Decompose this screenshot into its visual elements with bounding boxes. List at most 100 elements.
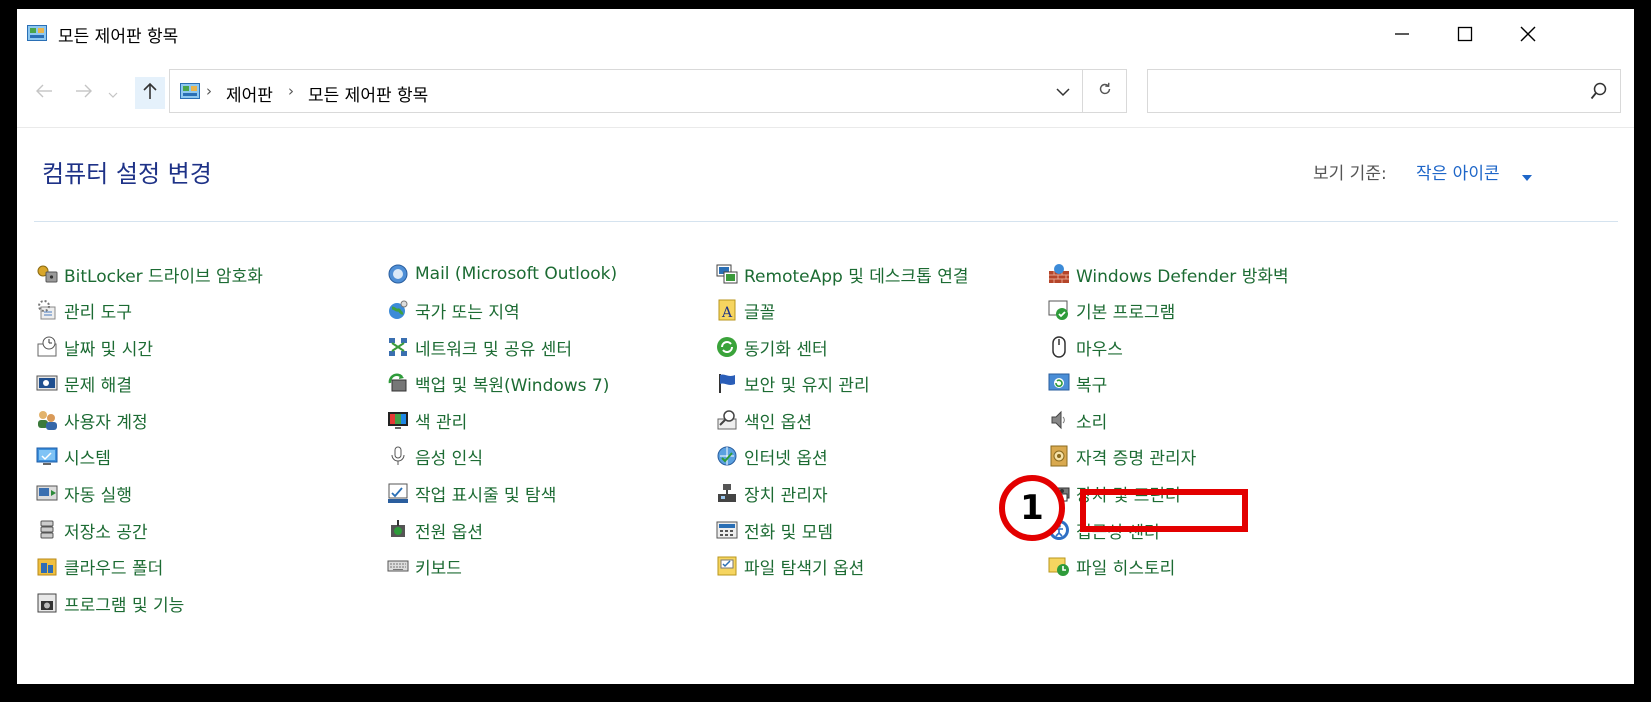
item-label: 저장소 공간 [64, 522, 148, 543]
item-speech-recognition[interactable]: 음성 인식 [387, 442, 483, 470]
storage-spaces-icon [36, 519, 58, 541]
item-autoplay[interactable]: 자동 실행 [36, 479, 132, 507]
item-phone-modem[interactable]: 전화 및 모뎀 [716, 516, 833, 544]
item-taskbar-navigation[interactable]: 작업 표시줄 및 탐색 [387, 479, 556, 507]
back-arrow-icon [35, 79, 53, 104]
minimize-button[interactable] [1372, 17, 1432, 51]
item-label: 기본 프로그램 [1076, 302, 1176, 323]
fonts-icon: A [716, 299, 738, 321]
network-icon [387, 336, 409, 358]
work-folders-icon [36, 555, 58, 577]
item-label: 자동 실행 [64, 485, 132, 506]
item-bitlocker[interactable]: BitLocker 드라이브 암호화 [36, 260, 263, 288]
toolbar-divider [17, 127, 1634, 128]
item-label: RemoteApp 및 데스크톱 연결 [744, 266, 969, 287]
item-work-folders[interactable]: 클라우드 폴더 [36, 552, 163, 580]
callout-number: 1 [999, 475, 1065, 541]
item-programs-features[interactable]: 프로그램 및 기능 [36, 589, 184, 617]
back-button[interactable] [31, 78, 57, 104]
bitlocker-icon [36, 263, 58, 285]
item-label: 관리 도구 [64, 302, 132, 323]
breadcrumb-chevron-icon: › [288, 82, 294, 100]
address-dropdown-icon[interactable] [1056, 82, 1070, 101]
view-by-dropdown[interactable]: 작은 아이콘 [1416, 159, 1500, 184]
item-storage-spaces[interactable]: 저장소 공간 [36, 516, 148, 544]
control-panel-window: 모든 제어판 항목 › 제어판 › 모든 제어판 항목 컴퓨터 설정 변경 보기… [17, 9, 1634, 684]
item-label: 프로그램 및 기능 [64, 595, 185, 616]
search-icon[interactable] [1590, 82, 1608, 104]
item-label: 색 관리 [415, 412, 468, 433]
item-backup-restore[interactable]: 백업 및 복원(Windows 7) [387, 369, 609, 397]
item-file-history[interactable]: 파일 히스토리 [1048, 552, 1175, 580]
page-title: 컴퓨터 설정 변경 [42, 160, 212, 188]
indexing-icon [716, 409, 738, 431]
item-date-time[interactable]: 날짜 및 시간 [36, 333, 153, 361]
item-region[interactable]: 국가 또는 지역 [387, 296, 520, 324]
address-bar[interactable]: › 제어판 › 모든 제어판 항목 [169, 69, 1083, 113]
up-button[interactable] [135, 77, 165, 109]
refresh-button[interactable] [1083, 69, 1127, 113]
item-label: 사용자 계정 [64, 412, 148, 433]
system-icon [36, 445, 58, 467]
highlight-box [1080, 489, 1248, 532]
up-arrow-icon [142, 82, 158, 104]
header-divider [34, 221, 1618, 222]
explorer-options-icon [716, 555, 738, 577]
item-default-programs[interactable]: 기본 프로그램 [1048, 296, 1175, 324]
sync-icon [716, 336, 738, 358]
remoteapp-icon [716, 263, 738, 285]
refresh-icon [1097, 81, 1113, 102]
item-explorer-options[interactable]: 파일 탐색기 옵션 [716, 552, 864, 580]
item-label: 글꼴 [744, 302, 776, 323]
recent-locations-button[interactable] [105, 78, 121, 104]
item-credential-manager[interactable]: 자격 증명 관리자 [1048, 442, 1196, 470]
item-fonts[interactable]: A 글꼴 [716, 296, 775, 324]
close-button[interactable] [1498, 17, 1558, 51]
breadcrumb-all-items[interactable]: 모든 제어판 항목 [308, 81, 428, 106]
item-remoteapp[interactable]: RemoteApp 및 데스크톱 연결 [716, 260, 969, 288]
internet-icon [716, 445, 738, 467]
forward-button[interactable] [71, 78, 97, 104]
item-label: 전화 및 모뎀 [744, 522, 834, 543]
item-label: Windows Defender 방화벽 [1076, 266, 1289, 287]
item-label: 보안 및 유지 관리 [744, 375, 870, 396]
item-admin-tools[interactable]: 관리 도구 [36, 296, 132, 324]
item-sound[interactable]: 소리 [1048, 406, 1107, 434]
item-indexing-options[interactable]: 색인 옵션 [716, 406, 812, 434]
item-troubleshooting[interactable]: 문제 해결 [36, 369, 132, 397]
item-network-sharing[interactable]: 네트워크 및 공유 센터 [387, 333, 572, 361]
breadcrumb-control-panel[interactable]: 제어판 [226, 81, 273, 106]
item-mouse[interactable]: 마우스 [1048, 333, 1123, 361]
item-label: 자격 증명 관리자 [1076, 448, 1197, 469]
power-icon [387, 519, 409, 541]
search-box[interactable] [1147, 69, 1621, 113]
item-internet-options[interactable]: 인터넷 옵션 [716, 442, 828, 470]
item-label: BitLocker 드라이브 암호화 [64, 266, 263, 287]
item-color-management[interactable]: 색 관리 [387, 406, 467, 434]
item-firewall[interactable]: Windows Defender 방화벽 [1048, 260, 1289, 288]
navigation-bar: › 제어판 › 모든 제어판 항목 [17, 67, 1634, 117]
item-label: 복구 [1076, 375, 1108, 396]
item-user-accounts[interactable]: 사용자 계정 [36, 406, 148, 434]
credential-icon [1048, 445, 1070, 467]
item-keyboard[interactable]: 키보드 [387, 552, 462, 580]
close-icon [1520, 26, 1536, 42]
title-bar: 모든 제어판 항목 [17, 9, 1634, 55]
item-power-options[interactable]: 전원 옵션 [387, 516, 483, 544]
item-label: 시스템 [64, 448, 111, 469]
item-recovery[interactable]: 복구 [1048, 369, 1107, 397]
file-history-icon [1048, 555, 1070, 577]
maximize-button[interactable] [1435, 17, 1495, 51]
item-mail[interactable]: Mail (Microsoft Outlook) [387, 260, 617, 288]
item-label: 마우스 [1076, 339, 1123, 360]
item-device-manager[interactable]: 장치 관리자 [716, 479, 828, 507]
color-management-icon [387, 409, 409, 431]
caret-down-icon[interactable] [1521, 167, 1533, 186]
item-security-maintenance[interactable]: 보안 및 유지 관리 [716, 369, 870, 397]
minimize-icon [1394, 26, 1410, 42]
autoplay-icon [36, 482, 58, 504]
security-flag-icon [716, 372, 738, 394]
item-sync-center[interactable]: 동기화 센터 [716, 333, 828, 361]
item-system[interactable]: 시스템 [36, 442, 111, 470]
mouse-icon [1048, 336, 1070, 358]
